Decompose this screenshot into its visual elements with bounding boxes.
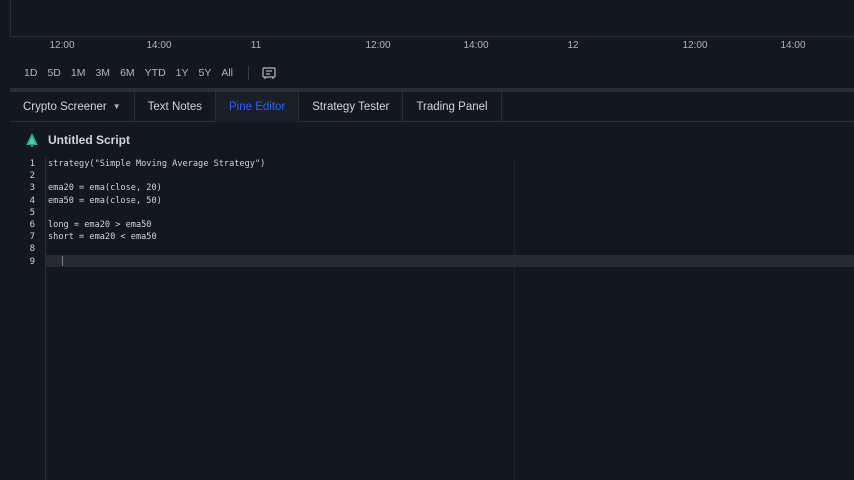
chevron-down-icon[interactable]: ▼ (113, 102, 121, 111)
time-tick: 11 (250, 40, 262, 51)
line-number: 4 (29, 196, 35, 206)
time-tick: 12:00 (365, 40, 391, 51)
range-1m-button[interactable]: 1M (66, 67, 91, 79)
range-ytd-button[interactable]: YTD (140, 67, 171, 79)
compare-icon[interactable] (261, 65, 277, 81)
tab-pine-editor[interactable]: Pine Editor (215, 91, 300, 122)
range-1y-button[interactable]: 1Y (171, 67, 194, 79)
code-line[interactable]: ema50 = ema(close, 50) (48, 195, 162, 207)
line-number: 1 (29, 159, 35, 169)
line-number: 2 (29, 171, 35, 181)
tab-trading-panel[interactable]: Trading Panel (403, 91, 502, 122)
chart-area[interactable]: 12:00 14:00 11 12:00 14:00 12 12:00 14:0… (10, 0, 854, 88)
range-6m-button[interactable]: 6M (115, 67, 140, 79)
script-header: Untitled Script (10, 128, 854, 152)
range-5y-button[interactable]: 5Y (194, 67, 217, 79)
tab-label: Trading Panel (416, 100, 488, 113)
tab-label: Text Notes (147, 100, 202, 113)
line-number: 6 (29, 220, 35, 230)
range-all-button[interactable]: All (216, 67, 238, 79)
time-tick: 12 (567, 40, 579, 51)
time-axis[interactable]: 12:00 14:00 11 12:00 14:00 12 12:00 14:0… (10, 36, 854, 56)
range-separator (248, 66, 250, 80)
range-1d-button[interactable]: 1D (10, 67, 42, 79)
line-number: 8 (29, 244, 35, 254)
line-number-gutter: 1 2 3 4 5 6 7 8 9 (10, 157, 46, 480)
script-title[interactable]: Untitled Script (48, 133, 130, 147)
time-tick: 14:00 (780, 40, 806, 51)
time-tick: 12:00 (682, 40, 708, 51)
tab-label: Crypto Screener (23, 100, 107, 113)
line-number: 9 (29, 257, 35, 267)
code-lines[interactable]: strategy("Simple Moving Average Strategy… (48, 157, 854, 480)
pine-tree-icon (24, 132, 40, 148)
code-line[interactable]: short = ema20 < ema50 (48, 231, 157, 243)
time-tick: 14:00 (146, 40, 172, 51)
code-line[interactable]: long = ema20 > ema50 (48, 219, 151, 231)
code-line[interactable]: strategy("Simple Moving Average Strategy… (48, 158, 265, 170)
time-tick: 14:00 (463, 40, 489, 51)
range-5d-button[interactable]: 5D (42, 67, 65, 79)
tab-crypto-screener[interactable]: Crypto Screener ▼ (10, 91, 135, 122)
code-line[interactable]: ema20 = ema(close, 20) (48, 182, 162, 194)
text-cursor (62, 256, 63, 266)
code-editor[interactable]: 1 2 3 4 5 6 7 8 9 strategy("Simple Movin… (10, 157, 854, 480)
line-number: 5 (29, 208, 35, 218)
line-number: 7 (29, 232, 35, 242)
tab-label: Pine Editor (228, 100, 286, 113)
date-range-bar: 1D 5D 1M 3M 6M YTD 1Y 5Y All (10, 62, 277, 84)
tab-text-notes[interactable]: Text Notes (135, 91, 216, 122)
tab-strategy-tester[interactable]: Strategy Tester (299, 91, 404, 122)
bottom-panel-tabs: Crypto Screener ▼ Text Notes Pine Editor… (10, 91, 854, 122)
time-tick: 12:00 (49, 40, 75, 51)
range-3m-button[interactable]: 3M (90, 67, 115, 79)
chart-left-rule (10, 0, 11, 36)
tab-label: Strategy Tester (312, 100, 390, 113)
line-number: 3 (29, 183, 35, 193)
